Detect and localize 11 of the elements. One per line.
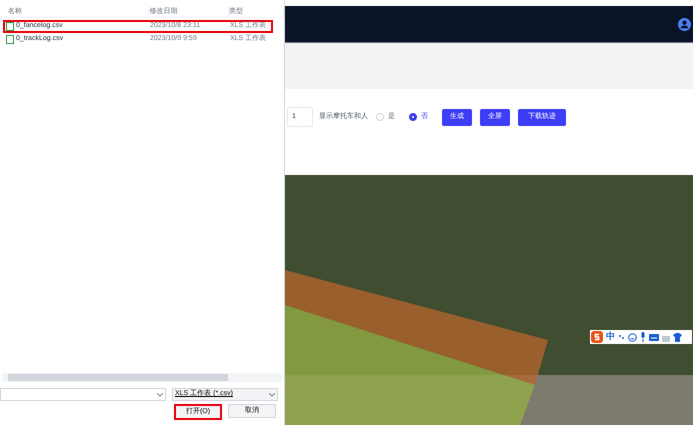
- chevron-down-icon: [269, 392, 275, 396]
- filename-field[interactable]: [0, 388, 166, 401]
- shirt-icon: [673, 332, 682, 342]
- input-mode-label[interactable]: 中: [606, 330, 615, 344]
- chevron-down-icon: [157, 392, 163, 396]
- horizontal-scrollbar[interactable]: [2, 373, 282, 382]
- keyboard-icon: [649, 334, 659, 340]
- user-avatar-icon[interactable]: [678, 18, 691, 30]
- punctuation-icon: [618, 333, 625, 341]
- microphone-icon: [640, 332, 646, 342]
- smiley-icon: [628, 332, 637, 342]
